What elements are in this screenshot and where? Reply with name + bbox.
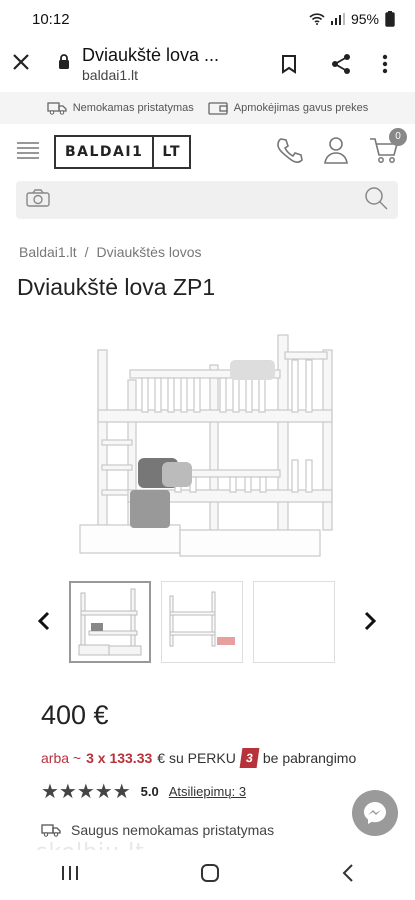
page-host: baldai1.lt [82,67,139,83]
more-menu-button[interactable] [367,54,403,74]
free-delivery-label: Nemokamas pristatymas [72,102,194,114]
camera-icon [26,188,50,207]
rating-score: 5.0 [140,784,159,799]
recent-apps-icon [61,865,78,880]
shipping-info: Saugus nemokamas pristatymas [41,822,274,838]
lock-icon [58,54,76,74]
status-time: 10:12 [32,10,70,28]
shipping-label: Saugus nemokamas pristatymas [71,822,275,838]
search-input[interactable] [60,192,364,208]
site-logo[interactable]: BALDAI1 LT [54,135,191,169]
menu-button[interactable] [16,140,40,165]
installment-prefix: arba ~ [41,750,82,766]
product-title: Dviaukštė lova ZP1 [17,274,216,300]
signal-icon [330,13,345,25]
reviews-link[interactable]: Atsiliepimų: 3 [169,784,246,799]
camera-search-button[interactable] [26,188,50,212]
thumbnail-2[interactable] [161,581,243,663]
battery-icon [385,11,395,27]
recent-apps-button[interactable] [61,865,79,886]
breadcrumb-separator: / [84,244,89,260]
breadcrumb: Baldai1.lt / Dviaukštės lovos [19,244,202,260]
free-delivery-info: Nemokamas pristatymas [47,101,194,115]
breadcrumb-home[interactable]: Baldai1.lt [19,244,77,260]
phone-button[interactable] [275,136,303,169]
installment-suffix: be pabrangimo [262,750,357,766]
perku-badge: 3 [239,748,260,768]
search-icon [365,186,388,210]
page-title-tab: Dviaukštė lova ... [82,45,220,65]
installment-offer: arba ~ 3 x 133.33 € su PERKU 3 be pabran… [41,748,356,768]
site-header: BALDAI1 LT 0 [0,124,415,180]
cart-count-badge: 0 [389,127,407,146]
back-icon [342,863,353,882]
thumbnail-3[interactable] [253,581,335,663]
close-icon [13,54,29,70]
phone-icon [277,137,303,163]
truck-icon [47,102,67,115]
chevron-left-icon [37,611,50,631]
messenger-icon [364,802,386,824]
breadcrumb-category[interactable]: Dviaukštės lovos [96,244,201,260]
star-rating-icon: ★★★★★ [41,781,131,803]
thumbnail-1[interactable] [69,581,151,663]
account-button[interactable] [323,136,349,169]
more-vertical-icon [382,54,388,74]
home-button[interactable] [200,863,220,888]
wallet-icon [208,102,228,115]
info-strip: Nemokamas pristatymas Apmokėjimas gavus … [0,92,415,124]
share-icon [332,54,350,74]
product-price: 400 € [41,700,109,730]
share-button[interactable] [315,53,367,75]
installment-amount: 3 x 133.33 [86,750,153,766]
cart-button[interactable]: 0 [369,127,407,169]
bookmark-icon [282,55,296,74]
search-button[interactable] [364,186,388,215]
search-bar [16,181,398,219]
address-field[interactable]: Dviaukštė lova ... baldai1.lt [82,45,263,83]
user-icon [324,136,348,164]
battery-percent: 95% [350,11,379,27]
wifi-icon [309,13,325,25]
chevron-right-icon [364,611,377,631]
hamburger-menu-icon [17,141,39,159]
status-icons: 95% [309,11,395,27]
thumbnail-carousel [0,581,415,665]
logo-suffix-text: LT [162,144,181,160]
pay-on-receipt-label: Apmokėjimas gavus prekes [233,102,369,114]
installment-middle: € su PERKU [157,750,236,766]
product-main-image[interactable] [70,330,345,565]
carousel-prev-button[interactable] [37,611,50,637]
carousel-next-button[interactable] [364,611,377,637]
android-nav-bar [0,850,415,900]
logo-main-text: BALDAI1 [56,137,155,167]
status-bar: 10:12 95% [0,0,415,38]
home-icon [201,863,220,882]
close-tab-button[interactable] [12,50,52,78]
truck-icon [41,824,61,837]
browser-toolbar: Dviaukštė lova ... baldai1.lt [0,38,415,90]
pay-on-receipt-info: Apmokėjimas gavus prekes [208,101,369,115]
back-button[interactable] [342,863,354,887]
product-rating: ★★★★★ 5.0 Atsiliepimų: 3 [41,779,246,804]
messenger-chat-button[interactable] [352,790,398,836]
header-icons: 0 [275,127,407,169]
bookmark-button[interactable] [263,54,315,74]
